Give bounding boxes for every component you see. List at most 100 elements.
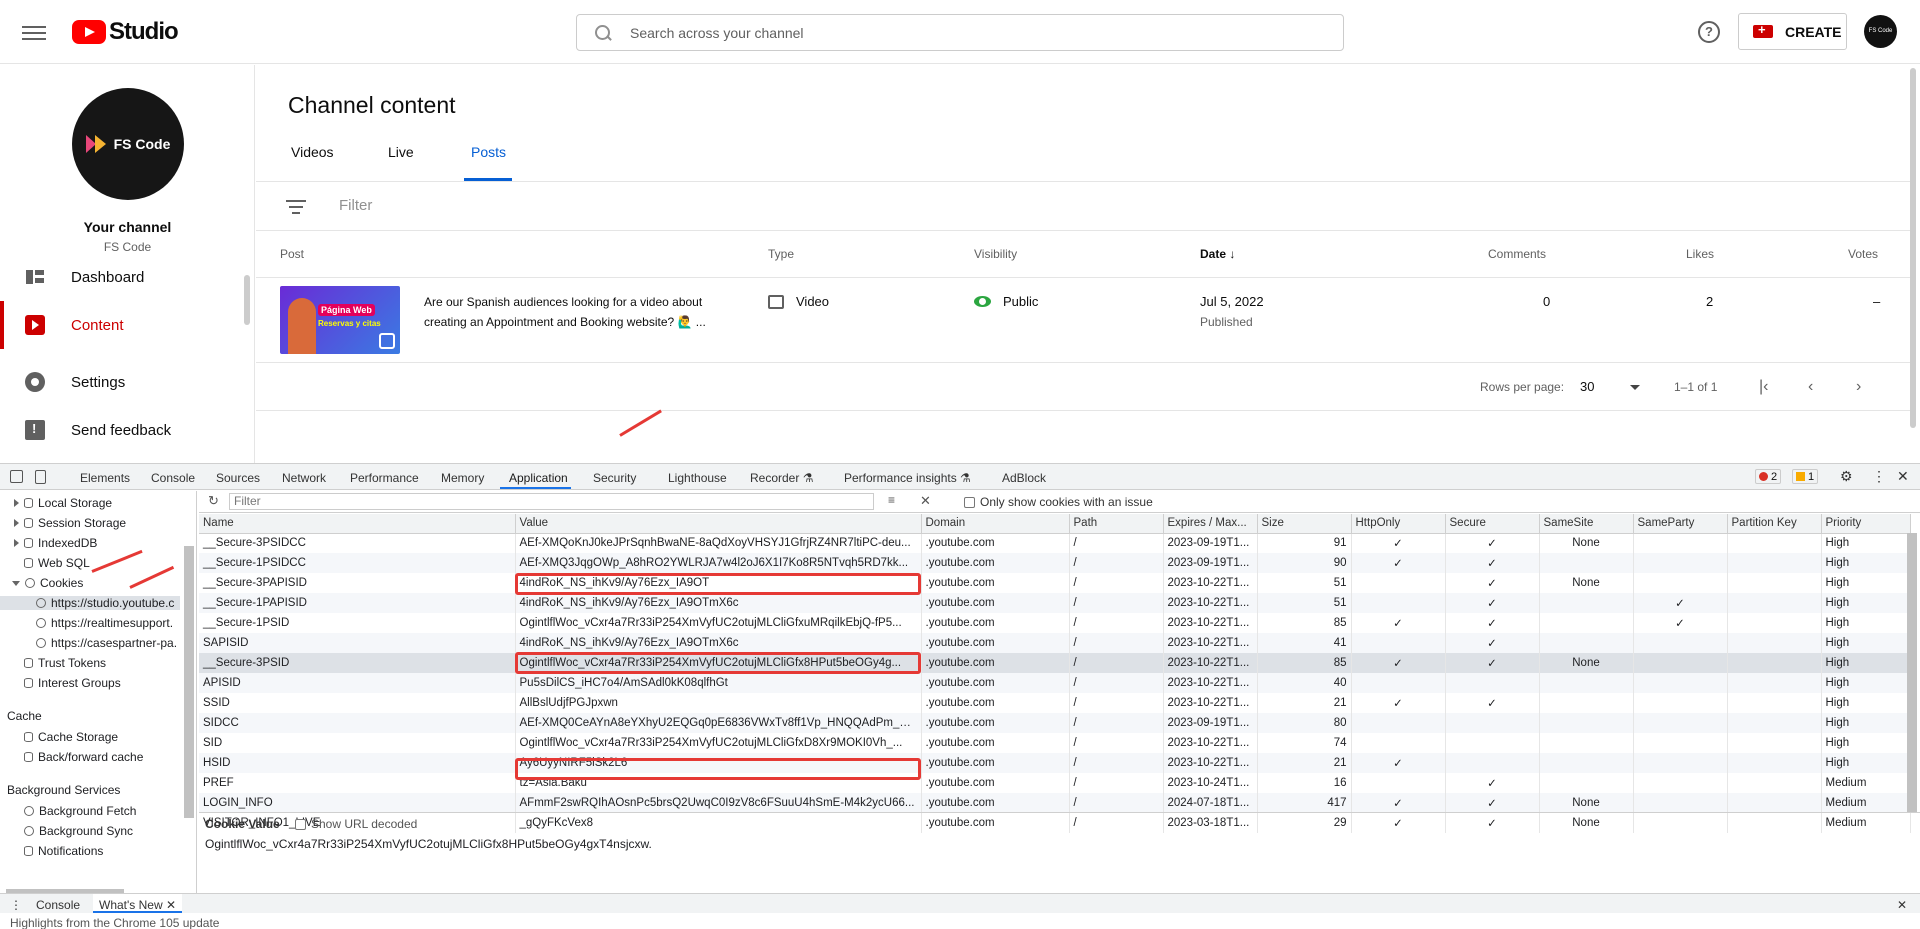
drawer-tab-console[interactable]: Console — [36, 898, 80, 912]
chevron-down-icon[interactable] — [1630, 385, 1640, 390]
tree-cookie-origin-casespartner[interactable]: https://casespartner-pa. — [36, 636, 177, 650]
tree-cookies[interactable]: Cookies — [12, 576, 83, 590]
tree-background-sync[interactable]: Background Sync — [24, 824, 133, 838]
devtools-tab-elements[interactable]: Elements — [80, 471, 130, 485]
tree-background-fetch[interactable]: Background Fetch — [24, 804, 136, 818]
column-header[interactable]: Priority — [1821, 514, 1911, 534]
cookie-filter-input[interactable]: Filter — [229, 493, 874, 510]
refresh-icon[interactable]: ↻ — [208, 493, 219, 509]
column-header[interactable]: Expires / Max... — [1163, 514, 1258, 534]
collapse-icon[interactable] — [12, 580, 20, 586]
tree-cache-storage[interactable]: Cache Storage — [24, 730, 118, 744]
clear-filtered-icon[interactable]: ≡ — [888, 493, 895, 507]
table-row[interactable]: SSID AllBslUdjfPGJpxwn .youtube.com/2023-1… — [199, 693, 1911, 713]
rows-per-page-select[interactable]: 30 — [1580, 379, 1594, 394]
column-header[interactable]: Path — [1069, 514, 1164, 534]
show-url-decoded-checkbox[interactable]: Show URL decoded — [295, 817, 417, 831]
checkbox-icon[interactable] — [295, 819, 306, 831]
tree-bfcache[interactable]: Back/forward cache — [24, 750, 143, 764]
edit-icon[interactable] — [379, 333, 395, 349]
tree-session-storage[interactable]: Session Storage — [14, 516, 126, 530]
tree-notifications[interactable]: Notifications — [24, 844, 103, 858]
search-icon[interactable] — [594, 24, 612, 42]
table-row[interactable]: __Secure-3PAPISID 4indRoK_NS_ihKv9/Ay76Ez… — [199, 573, 1911, 593]
tree-local-storage[interactable]: Local Storage — [14, 496, 112, 510]
devtools-tab-console[interactable]: Console — [151, 471, 195, 485]
tab-live[interactable]: Live — [388, 144, 414, 160]
table-row[interactable]: APISID Pu5sDilCS_iHC7o4/AmSAdl0kK08qlfhGt… — [199, 673, 1911, 693]
tree-cookie-origin-studio[interactable]: https://studio.youtube.c — [0, 596, 180, 610]
tab-posts[interactable]: Posts — [471, 144, 506, 160]
column-header[interactable]: Value — [515, 514, 922, 534]
search-input[interactable] — [630, 24, 1270, 41]
drawer-menu-icon[interactable]: ⋮ — [10, 898, 22, 912]
column-header[interactable]: Partition Key — [1727, 514, 1822, 534]
column-header[interactable]: HttpOnly — [1351, 514, 1446, 534]
sidebar-item-dashboard[interactable]: Dashboard — [0, 253, 238, 301]
table-row[interactable]: SAPISID 4indRoK_NS_ihKv9/Ay76Ezx_IA9OTmX6… — [199, 633, 1911, 653]
first-page-icon[interactable]: |‹ — [1759, 378, 1768, 396]
table-row[interactable]: __Secure-1PSIDCC AEf-XMQ3JqgOWp_A8hRO2YWL… — [199, 553, 1911, 573]
tree-trust-tokens[interactable]: Trust Tokens — [24, 656, 106, 670]
column-header[interactable]: Size — [1257, 514, 1352, 534]
sidebar-item-feedback[interactable]: Send feedback — [0, 406, 238, 454]
devtools-tab-application[interactable]: Application — [509, 471, 568, 485]
error-count-badge[interactable]: 2 — [1755, 469, 1782, 484]
sidebar-item-content[interactable]: Content — [0, 301, 238, 349]
close-drawer-icon[interactable]: ✕ — [1897, 898, 1907, 912]
studio-logo[interactable]: Studio — [72, 18, 179, 46]
main-scrollbar[interactable] — [1910, 68, 1916, 428]
table-row[interactable]: SIDCC AEf-XMQ0CeAYnA8eYXhyU2EQGq0pE6836VW… — [199, 713, 1911, 733]
menu-icon[interactable] — [22, 22, 46, 42]
device-toolbar-icon[interactable] — [35, 470, 46, 484]
tree-interest-groups[interactable]: Interest Groups — [24, 676, 121, 690]
post-thumbnail[interactable]: Página Web Reservas y citas — [280, 286, 400, 354]
cookie-value-text[interactable]: OgintlflWoc_vCxr4a7Rr33iP254XmVyfUC2otuj… — [205, 837, 652, 851]
tree-cookie-origin-realtime[interactable]: https://realtimesupport. — [36, 616, 173, 630]
devtools-tab-sources[interactable]: Sources — [216, 471, 260, 485]
create-button[interactable]: CREATE — [1738, 13, 1847, 50]
close-tab-icon[interactable]: ✕ — [166, 898, 176, 912]
table-row[interactable]: PREF tz=Asia.Baku .youtube.com/2023-10-24T… — [199, 773, 1911, 793]
expand-icon[interactable] — [14, 539, 19, 547]
inspect-icon[interactable] — [10, 470, 23, 483]
column-header[interactable]: Domain — [921, 514, 1070, 534]
column-header[interactable]: SameSite — [1539, 514, 1634, 534]
expand-icon[interactable] — [14, 499, 19, 507]
close-devtools-icon[interactable]: ✕ — [1897, 468, 1909, 485]
devtools-tab-adblock[interactable]: AdBlock — [1002, 471, 1046, 485]
only-issue-checkbox[interactable]: Only show cookies with an issue — [964, 495, 1153, 509]
search-bar[interactable] — [576, 14, 1344, 51]
sidebar-item-settings[interactable]: Settings — [0, 358, 238, 406]
filter-icon[interactable] — [286, 200, 306, 214]
post-text[interactable]: Are our Spanish audiences looking for a … — [424, 292, 744, 332]
devtools-tab-network[interactable]: Network — [282, 471, 326, 485]
table-row[interactable]: __Secure-3PSIDCC AEf-XMQoKnJ0keJPrSqnhBwa… — [199, 533, 1911, 553]
delete-cookie-icon[interactable]: ✕ — [920, 493, 931, 509]
table-row[interactable]: LOGIN_INFO AFmmF2swRQIhAOsnPc5brsQ2UwqC0I… — [199, 793, 1911, 813]
post-visibility[interactable]: Public — [974, 294, 1038, 309]
tree-web-sql[interactable]: Web SQL — [24, 556, 90, 570]
next-page-icon[interactable]: › — [1856, 378, 1861, 396]
tab-videos[interactable]: Videos — [291, 144, 334, 160]
table-scrollbar[interactable] — [1907, 533, 1917, 813]
table-row[interactable]: SID OgintlflWoc_vCxr4a7Rr33iP254XmVyfUC2o… — [199, 733, 1911, 753]
column-header-date[interactable]: Date ↓ — [1200, 247, 1235, 261]
filter-input[interactable]: Filter — [339, 197, 372, 214]
sidebar-scrollbar[interactable] — [244, 275, 250, 325]
checkbox-icon[interactable] — [964, 497, 975, 509]
devtools-tab-memory[interactable]: Memory — [441, 471, 484, 485]
sidebar-scrollbar[interactable] — [184, 546, 194, 818]
account-avatar[interactable]: FS Code — [1864, 15, 1897, 48]
table-row[interactable]: __Secure-1PSID OgintlflWoc_vCxr4a7Rr33iP2… — [199, 613, 1911, 633]
devtools-tab-lighthouse[interactable]: Lighthouse — [668, 471, 727, 485]
devtools-settings-icon[interactable]: ⚙ — [1840, 468, 1853, 485]
devtools-tab-performance[interactable]: Performance — [350, 471, 419, 485]
devtools-tab-recorder[interactable]: Recorder ⚗ — [750, 471, 813, 485]
table-row[interactable]: __Secure-3PSID OgintlflWoc_vCxr4a7Rr33iP2… — [199, 653, 1911, 673]
drawer-tab-whats-new[interactable]: What's New ✕ — [93, 894, 183, 913]
warning-count-badge[interactable]: 1 — [1792, 469, 1819, 484]
devtools-tab-performance-insights[interactable]: Performance insights ⚗ — [844, 471, 971, 485]
more-options-icon[interactable]: ⋮ — [1872, 468, 1886, 485]
column-header[interactable]: Secure — [1445, 514, 1540, 534]
